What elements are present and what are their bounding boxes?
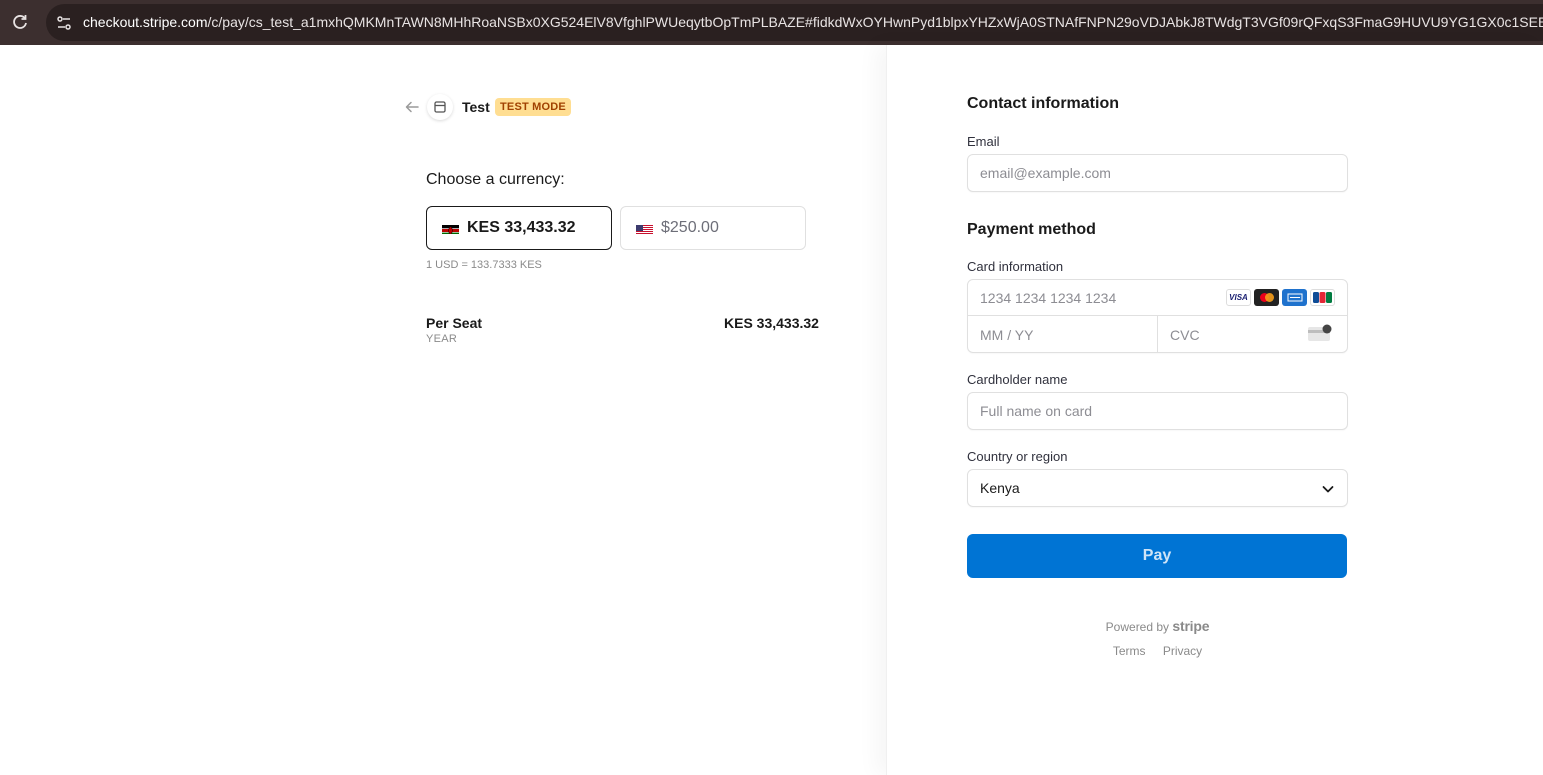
country-select[interactable]: Kenya — [967, 469, 1348, 507]
jcb-icon — [1310, 289, 1335, 306]
privacy-link[interactable]: Privacy — [1163, 644, 1202, 658]
url-text: checkout.stripe.com/c/pay/cs_test_a1mxhQ… — [83, 14, 1543, 30]
expiry-field[interactable]: MM / YY — [968, 316, 1158, 353]
terms-link[interactable]: Terms — [1113, 644, 1146, 658]
back-arrow-icon[interactable] — [404, 99, 420, 115]
contact-info-title: Contact information — [967, 95, 1119, 112]
amex-icon — [1282, 289, 1307, 306]
cardholder-label: Cardholder name — [967, 372, 1068, 387]
powered-by-text: Powered by — [1105, 620, 1170, 634]
kenya-flag-icon — [442, 223, 459, 234]
browser-address-bar: checkout.stripe.com/c/pay/cs_test_a1mxhQ… — [0, 0, 1543, 45]
exchange-rate: 1 USD = 133.7333 KES — [426, 259, 542, 271]
line-item-name: Per Seat — [426, 315, 483, 331]
country-label: Country or region — [967, 449, 1068, 464]
cardholder-placeholder: Full name on card — [980, 403, 1093, 419]
currency-option-label: $250.00 — [661, 219, 719, 236]
email-placeholder: email@example.com — [980, 165, 1111, 181]
us-flag-icon — [636, 223, 653, 234]
footer-links: Terms Privacy — [967, 644, 1348, 658]
card-info-group: 1234 1234 1234 1234 VISA MM / YY CVC — [967, 279, 1348, 353]
card-number-placeholder: 1234 1234 1234 1234 — [980, 289, 1117, 306]
url-field[interactable]: checkout.stripe.com/c/pay/cs_test_a1mxhQ… — [46, 4, 1543, 41]
currency-option-usd[interactable]: $250.00 — [620, 206, 806, 250]
currency-option-label: KES 33,433.32 — [467, 219, 576, 236]
site-info-icon[interactable] — [54, 13, 74, 33]
reload-icon[interactable] — [10, 12, 30, 32]
card-number-field[interactable]: 1234 1234 1234 1234 VISA — [968, 280, 1347, 316]
pay-button[interactable]: Pay — [967, 534, 1347, 578]
cvc-placeholder: CVC — [1170, 326, 1200, 343]
cardholder-name-field[interactable]: Full name on card — [967, 392, 1348, 430]
cvc-field[interactable]: CVC — [1158, 316, 1347, 353]
currency-title: Choose a currency: — [426, 171, 565, 188]
mastercard-icon — [1254, 289, 1279, 306]
payment-method-title: Payment method — [967, 221, 1096, 238]
merchant-store-icon — [427, 94, 453, 120]
email-label: Email — [967, 134, 1000, 149]
stripe-logo: stripe — [1172, 618, 1210, 634]
powered-by-stripe[interactable]: Powered by stripe — [967, 618, 1348, 634]
currency-option-kes[interactable]: KES 33,433.32 — [426, 206, 612, 250]
line-item-price: KES 33,433.32 — [724, 315, 819, 331]
test-mode-badge: TEST MODE — [495, 98, 571, 116]
expiry-placeholder: MM / YY — [980, 326, 1034, 343]
visa-icon: VISA — [1226, 289, 1251, 306]
order-summary-pane: Test TEST MODE Choose a currency: KES 33… — [0, 45, 886, 775]
merchant-name: Test — [462, 99, 490, 115]
payment-pane: Contact information Email email@example.… — [886, 45, 1543, 775]
line-item-interval: YEAR — [426, 333, 458, 345]
card-brands: VISA — [1226, 289, 1335, 306]
cvc-card-icon — [1308, 324, 1332, 341]
email-field[interactable]: email@example.com — [967, 154, 1348, 192]
country-value: Kenya — [980, 480, 1020, 496]
chevron-down-icon — [1322, 486, 1334, 493]
card-info-label: Card information — [967, 259, 1064, 274]
